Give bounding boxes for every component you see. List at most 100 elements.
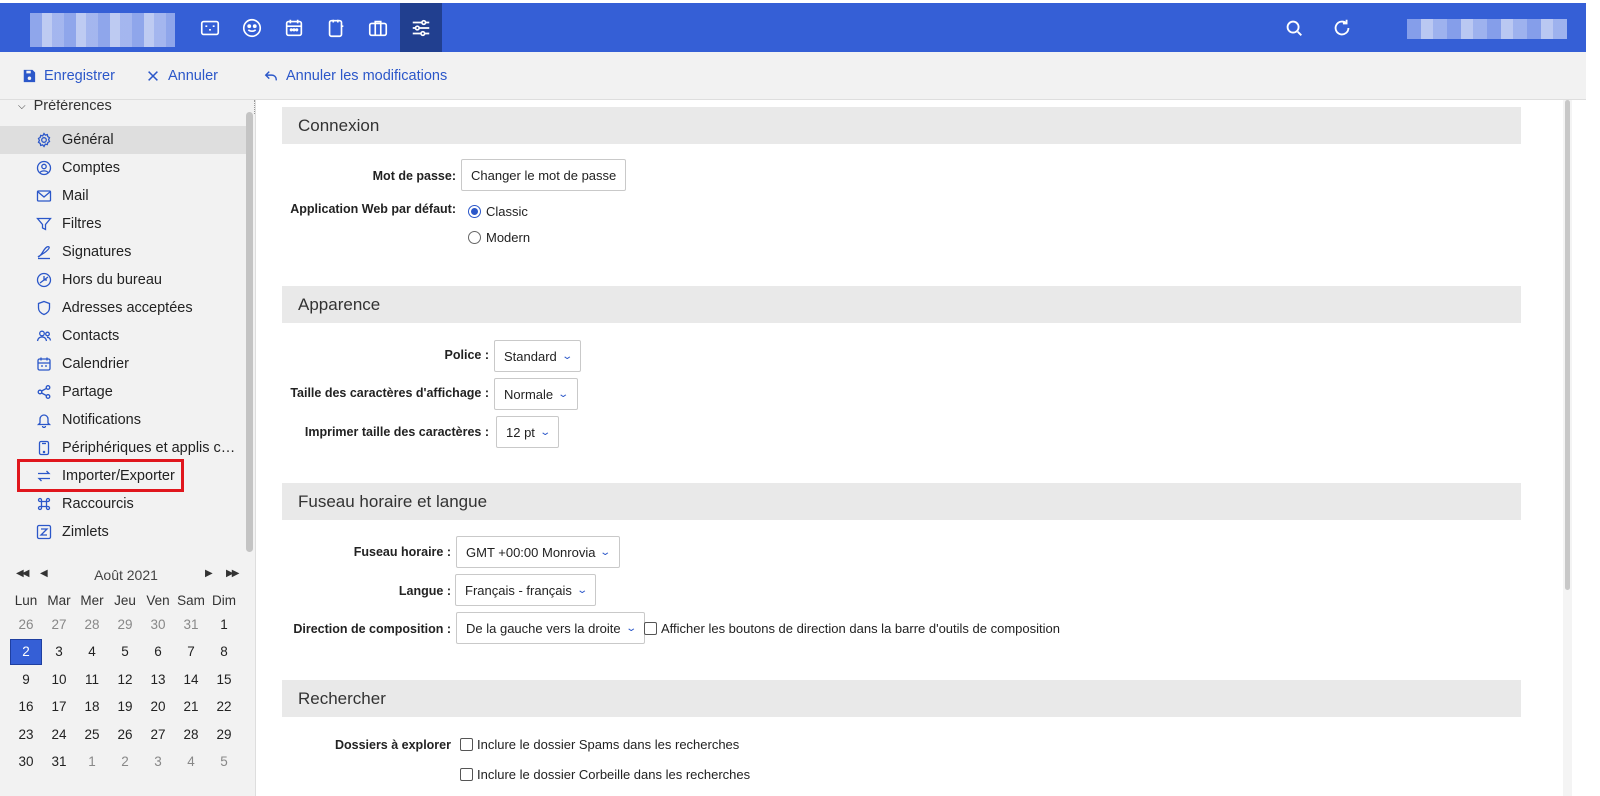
calendar-day[interactable]: 3 xyxy=(142,749,174,775)
calendar-day[interactable]: 1 xyxy=(76,749,108,775)
calendar-day[interactable]: 15 xyxy=(208,666,240,692)
radio-modern-dot[interactable] xyxy=(468,231,481,244)
print-size-select[interactable]: 12 pt ⌄ xyxy=(496,416,560,448)
sidebar-item-gear[interactable]: Général xyxy=(0,126,246,154)
gear-icon xyxy=(37,132,51,148)
user-menu[interactable] xyxy=(1407,19,1567,39)
calendar-day[interactable]: 6 xyxy=(142,639,174,665)
radio-classic-dot[interactable] xyxy=(468,205,481,218)
sidebar-item-zimlet[interactable]: Zimlets xyxy=(0,518,246,546)
mail-app-icon[interactable] xyxy=(189,3,231,52)
sidebar-item-label: Contacts xyxy=(62,328,120,344)
calendar-day[interactable]: 11 xyxy=(76,666,108,692)
calendar-day[interactable]: 22 xyxy=(208,694,240,720)
print-size-label: Imprimer taille des caractères : xyxy=(304,425,489,439)
calendar-day[interactable]: 16 xyxy=(10,694,42,720)
logo[interactable] xyxy=(30,13,175,47)
calendar-day[interactable]: 9 xyxy=(10,666,42,692)
sidebar-item-label: Mail xyxy=(62,188,89,204)
tasks-app-icon[interactable] xyxy=(315,3,357,52)
radio-modern[interactable]: Modern xyxy=(468,230,530,245)
calendar-day[interactable]: 4 xyxy=(175,749,207,775)
sidebar-item-account[interactable]: Comptes xyxy=(0,154,246,182)
chevron-down-icon: ⌄ xyxy=(599,546,612,558)
calendar-day[interactable]: 5 xyxy=(109,639,141,665)
calendar-app-icon[interactable] xyxy=(273,3,315,52)
language-select[interactable]: Français - français ⌄ xyxy=(455,574,597,606)
search-icon[interactable] xyxy=(1273,3,1315,52)
preferences-tree-toggle[interactable]: ⌵ Préférences xyxy=(18,100,112,114)
calendar-day-today[interactable]: 2 xyxy=(10,638,42,665)
calendar-day[interactable]: 13 xyxy=(142,666,174,692)
cancel-button[interactable]: Annuler xyxy=(146,65,218,87)
change-password-button[interactable]: Changer le mot de passe xyxy=(461,159,627,191)
calendar-day[interactable]: 19 xyxy=(109,694,141,720)
timezone-label: Fuseau horaire : xyxy=(353,545,451,559)
calendar-day[interactable]: 12 xyxy=(109,666,141,692)
radio-classic[interactable]: Classic xyxy=(468,204,528,219)
highlight-box xyxy=(17,459,184,492)
calendar-day[interactable]: 20 xyxy=(142,694,174,720)
calendar-day[interactable]: 28 xyxy=(175,721,207,747)
sidebar-item-out-of-office[interactable]: Hors du bureau xyxy=(0,266,246,294)
next-month-icon[interactable]: ▶ xyxy=(205,568,213,579)
display-size-select[interactable]: Normale ⌄ xyxy=(494,378,578,410)
calendar-day[interactable]: 23 xyxy=(10,721,42,747)
contacts-app-icon[interactable] xyxy=(231,3,273,52)
calendar-day[interactable]: 26 xyxy=(10,611,42,637)
sidebar-item-people[interactable]: Contacts xyxy=(0,322,246,350)
calendar-day[interactable]: 30 xyxy=(10,749,42,775)
calendar-day[interactable]: 8 xyxy=(208,639,240,665)
calendar-day[interactable]: 2 xyxy=(109,749,141,775)
sidebar-item-device[interactable]: Périphériques et applis connectés xyxy=(0,434,246,462)
calendar-day[interactable]: 17 xyxy=(43,694,75,720)
calendar-day[interactable]: 7 xyxy=(175,639,207,665)
main-scrollbar-thumb[interactable] xyxy=(1565,100,1570,590)
calendar-day[interactable]: 30 xyxy=(142,611,174,637)
sidebar-item-share[interactable]: Partage xyxy=(0,378,246,406)
sidebar-scrollbar[interactable] xyxy=(246,112,253,552)
calendar-day[interactable]: 4 xyxy=(76,639,108,665)
sidebar-item-filter[interactable]: Filtres xyxy=(0,210,246,238)
sidebar-item-signature[interactable]: Signatures xyxy=(0,238,246,266)
timezone-select[interactable]: GMT +00:00 Monrovia ⌄ xyxy=(456,536,620,568)
direction-buttons-box[interactable] xyxy=(644,622,657,635)
calendar-day[interactable]: 29 xyxy=(109,611,141,637)
calendar-day[interactable]: 25 xyxy=(76,721,108,747)
sidebar-item-calendar[interactable]: Calendrier xyxy=(0,350,246,378)
calendar-day[interactable]: 29 xyxy=(208,721,240,747)
undo-changes-button[interactable]: Annuler les modifications xyxy=(264,65,447,87)
include-spam-checkbox[interactable]: Inclure le dossier Spams dans les recher… xyxy=(460,737,739,752)
include-spam-box[interactable] xyxy=(460,738,473,751)
calendar-day[interactable]: 14 xyxy=(175,666,207,692)
include-trash-checkbox[interactable]: Inclure le dossier Corbeille dans les re… xyxy=(460,767,750,782)
main-scrollbar[interactable] xyxy=(1563,100,1572,796)
direction-buttons-checkbox[interactable]: Afficher les boutons de direction dans l… xyxy=(644,621,1060,636)
sidebar-item-bell[interactable]: Notifications xyxy=(0,406,246,434)
calendar-day[interactable]: 10 xyxy=(43,666,75,692)
include-trash-box[interactable] xyxy=(460,768,473,781)
sidebar-item-envelope[interactable]: Mail xyxy=(0,182,246,210)
calendar-day[interactable]: 28 xyxy=(76,611,108,637)
calendar-day[interactable]: 21 xyxy=(175,694,207,720)
calendar-day[interactable]: 26 xyxy=(109,721,141,747)
calendar-day[interactable]: 31 xyxy=(175,611,207,637)
calendar-day[interactable]: 3 xyxy=(43,639,75,665)
calendar-day[interactable]: 18 xyxy=(76,694,108,720)
signature-icon xyxy=(37,245,50,260)
next-year-icon[interactable]: ▶▶ xyxy=(226,568,239,579)
calendar-day[interactable]: 1 xyxy=(208,611,240,637)
calendar-day[interactable]: 5 xyxy=(208,749,240,775)
calendar-day[interactable]: 27 xyxy=(142,721,174,747)
sidebar-item-command[interactable]: Raccourcis xyxy=(0,490,246,518)
calendar-day[interactable]: 31 xyxy=(43,749,75,775)
calendar-day[interactable]: 27 xyxy=(43,611,75,637)
save-button[interactable]: Enregistrer xyxy=(22,65,115,87)
preferences-app-icon[interactable] xyxy=(400,3,442,52)
refresh-icon[interactable] xyxy=(1321,3,1363,52)
sidebar-item-shield[interactable]: Adresses acceptées xyxy=(0,294,246,322)
briefcase-app-icon[interactable] xyxy=(357,3,399,52)
calendar-day[interactable]: 24 xyxy=(43,721,75,747)
direction-select[interactable]: De la gauche vers la droite ⌄ xyxy=(456,612,646,644)
font-select[interactable]: Standard ⌄ xyxy=(494,340,582,372)
